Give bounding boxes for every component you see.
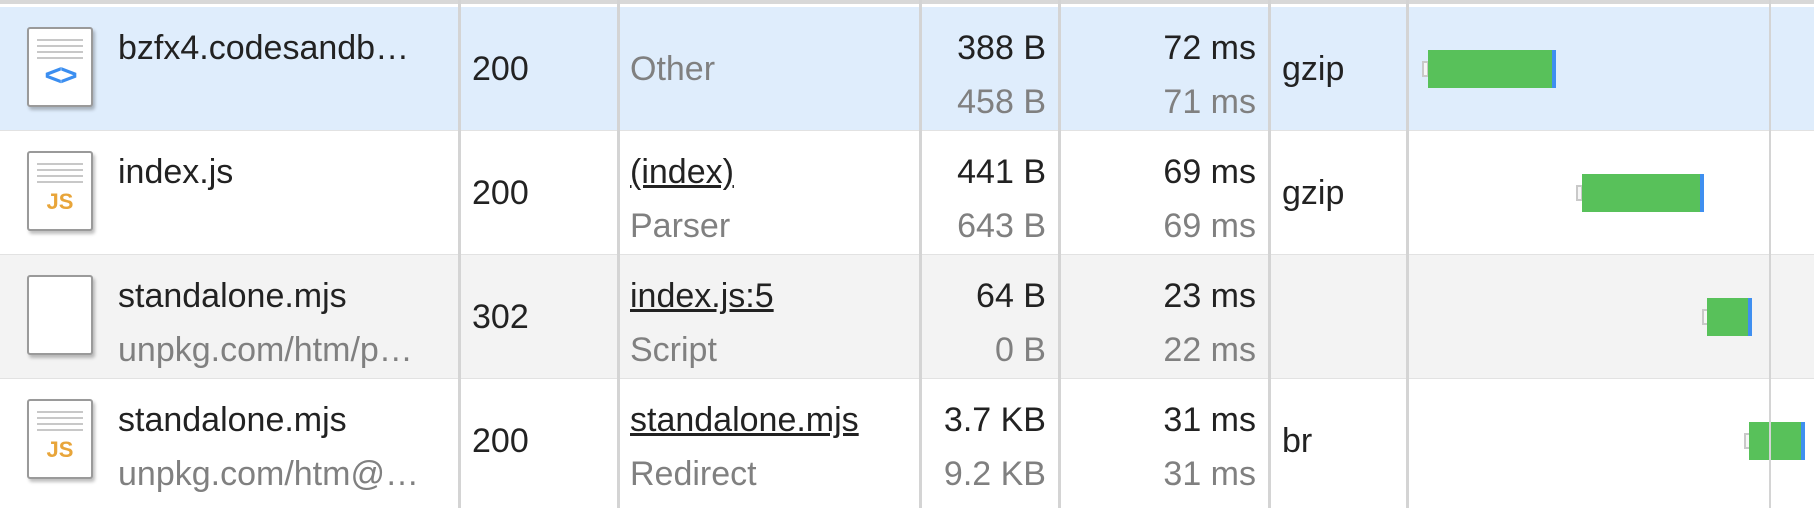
total-time: 23 ms: [1163, 277, 1256, 315]
waterfall-gridline: [1769, 0, 1771, 508]
transferred-size: 64 B: [976, 277, 1046, 315]
status-code: 200: [472, 422, 529, 460]
request-domain: unpkg.com/htm@…: [118, 455, 419, 493]
resource-size: 458 B: [957, 83, 1046, 121]
status-code: 200: [472, 174, 529, 212]
request-name: standalone.mjs: [118, 277, 347, 315]
waterfall-receive-segment: [1748, 298, 1752, 336]
latency-time: 69 ms: [1163, 207, 1256, 245]
waterfall-cell: [1410, 131, 1814, 254]
initiator-link[interactable]: (index): [630, 153, 734, 192]
status-code: 200: [472, 50, 529, 88]
column-divider[interactable]: [1268, 0, 1271, 508]
table-row[interactable]: JS standalone.mjs unpkg.com/htm@… 200 st…: [0, 379, 1814, 508]
resource-size: 0 B: [994, 331, 1046, 369]
transferred-size: 441 B: [957, 153, 1046, 191]
transferred-size: 3.7 KB: [943, 401, 1046, 439]
resource-size: 9.2 KB: [943, 455, 1046, 493]
waterfall-receive-segment: [1801, 422, 1805, 460]
initiator-type: Parser: [630, 207, 731, 245]
column-divider[interactable]: [1406, 0, 1409, 508]
total-time: 69 ms: [1163, 153, 1256, 191]
waterfall-receive-segment: [1700, 174, 1704, 212]
transferred-size: 388 B: [957, 29, 1046, 67]
document-icon: <>: [27, 27, 93, 107]
total-time: 31 ms: [1163, 401, 1256, 439]
table-row[interactable]: JS index.js 200 (index) Parser 441 B 643…: [0, 131, 1814, 255]
content-encoding: gzip: [1282, 50, 1345, 88]
initiator-type: Redirect: [630, 455, 757, 493]
waterfall-receive-segment: [1552, 50, 1556, 88]
request-domain: unpkg.com/htm/p…: [118, 331, 413, 369]
content-encoding: gzip: [1282, 174, 1345, 212]
total-time: 72 ms: [1163, 29, 1256, 67]
resource-size: 643 B: [957, 207, 1046, 245]
initiator-text: Other: [630, 50, 716, 88]
table-row[interactable]: standalone.mjs unpkg.com/htm/p… 302 inde…: [0, 255, 1814, 379]
initiator-link[interactable]: index.js:5: [630, 277, 774, 316]
js-file-icon: JS: [27, 399, 93, 479]
initiator-type: Script: [630, 331, 717, 369]
latency-time: 31 ms: [1163, 455, 1256, 493]
table-row[interactable]: <> bzfx4.codesandb… 200 Other 388 B 458 …: [0, 7, 1814, 131]
column-divider[interactable]: [919, 0, 922, 508]
waterfall-cell: [1410, 255, 1814, 378]
waterfall-bar: [1749, 422, 1805, 460]
column-divider[interactable]: [458, 0, 461, 508]
waterfall-bar: [1428, 50, 1556, 88]
request-name: index.js: [118, 153, 234, 191]
column-divider[interactable]: [1058, 0, 1061, 508]
request-name: bzfx4.codesandb…: [118, 29, 410, 67]
blank-file-icon: [27, 275, 93, 355]
waterfall-bar: [1582, 174, 1704, 212]
initiator-link[interactable]: standalone.mjs: [630, 401, 859, 440]
waterfall-bar: [1707, 298, 1752, 336]
waterfall-cell: [1410, 7, 1814, 130]
content-encoding: br: [1282, 422, 1313, 460]
column-divider[interactable]: [617, 0, 620, 508]
latency-time: 71 ms: [1163, 83, 1256, 121]
status-code: 302: [472, 298, 529, 336]
js-file-icon: JS: [27, 151, 93, 231]
waterfall-cell: [1410, 379, 1814, 508]
latency-time: 22 ms: [1163, 331, 1256, 369]
request-name: standalone.mjs: [118, 401, 347, 439]
table-top-border: [0, 0, 1814, 4]
